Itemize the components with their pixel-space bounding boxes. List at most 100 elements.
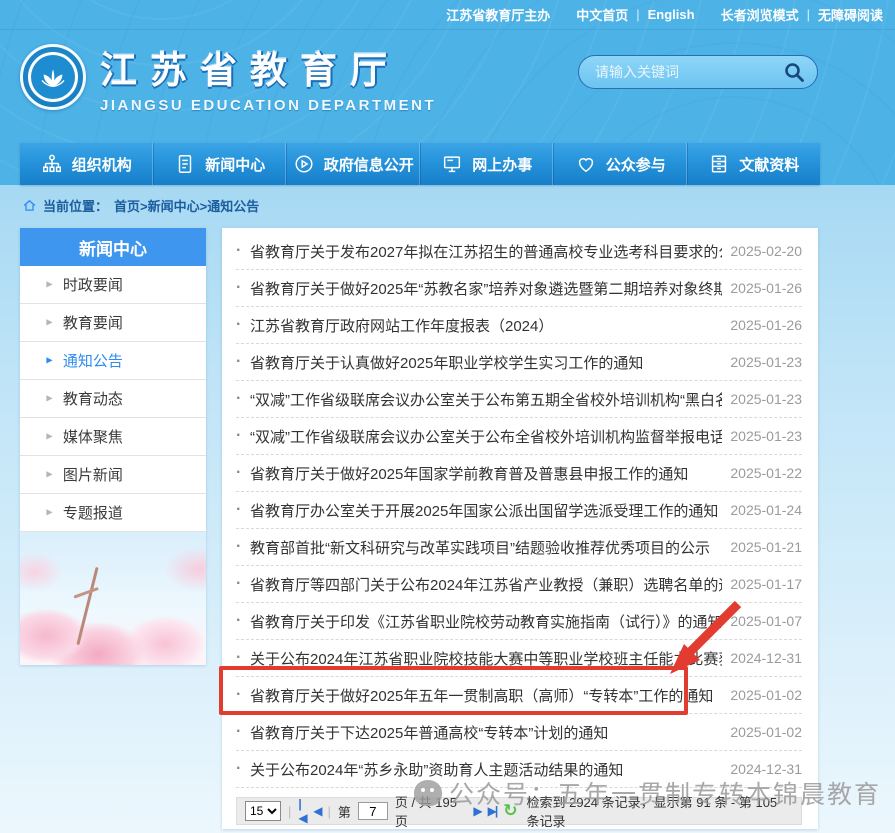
bullet-dot: · bbox=[236, 390, 250, 408]
notice-title-link[interactable]: 省教育厅关于下达2025年普通高校“专转本”计划的通知 bbox=[250, 722, 722, 743]
nav-item-heart[interactable]: 公众参与 bbox=[554, 143, 688, 185]
notice-row[interactable]: ·省教育厅关于做好2025年国家学前教育普及普惠县申报工作的通知2025-01-… bbox=[236, 455, 802, 492]
notice-row[interactable]: ·省教育厅关于做好2025年“苏教名家”培养对象遴选暨第二期培养对象终期...2… bbox=[236, 270, 802, 307]
sidebar-item-label: 时政要闻 bbox=[63, 274, 123, 295]
notice-title-link[interactable]: 关于公布2024年“苏乡永助”资助育人主题活动结果的通知 bbox=[250, 759, 722, 780]
notice-row[interactable]: ·省教育厅关于发布2027年拟在江苏招生的普通高校专业选考科目要求的公告2025… bbox=[236, 233, 802, 270]
notice-date: 2024-12-31 bbox=[722, 761, 802, 777]
notice-row[interactable]: ·省教育厅等四部门关于公布2024年江苏省产业教授（兼职）选聘名单的通知2025… bbox=[236, 566, 802, 603]
refresh-icon[interactable]: ↻ bbox=[503, 801, 517, 821]
notice-row[interactable]: ·江苏省教育厅政府网站工作年度报表（2024）2025-01-26 bbox=[236, 307, 802, 344]
page-size-select[interactable]: 15 bbox=[245, 801, 281, 821]
notice-title-link[interactable]: 省教育厅关于做好2025年“苏教名家”培养对象遴选暨第二期培养对象终期... bbox=[250, 278, 722, 299]
bullet-dot: · bbox=[236, 538, 250, 556]
notice-row[interactable]: ·省教育厅关于认真做好2025年职业学校学生实习工作的通知2025-01-23 bbox=[236, 344, 802, 381]
notice-rows: ·省教育厅关于发布2027年拟在江苏招生的普通高校专业选考科目要求的公告2025… bbox=[236, 233, 802, 788]
notice-date: 2025-01-26 bbox=[722, 317, 802, 333]
host-link[interactable]: 江苏省教育厅主办 bbox=[446, 5, 550, 24]
notice-row[interactable]: ·省教育厅关于印发《江苏省职业院校劳动教育实施指南（试行）》的通知2025-01… bbox=[236, 603, 802, 640]
nav-item-label: 公众参与 bbox=[606, 154, 666, 175]
notice-row[interactable]: ·“双减”工作省级联席会议办公室关于公布第五期全省校外培训机构“黑白名单...2… bbox=[236, 381, 802, 418]
english-link[interactable]: English bbox=[648, 7, 695, 22]
bullet-dot: · bbox=[236, 353, 250, 371]
next-page-button[interactable]: ▶ bbox=[473, 804, 480, 818]
notice-title-link[interactable]: “双减”工作省级联席会议办公室关于公布全省校外培训机构监督举报电话的公... bbox=[250, 426, 722, 447]
search-icon[interactable] bbox=[781, 59, 807, 85]
sidebar-item[interactable]: ▶ 专题报道 bbox=[20, 494, 206, 532]
sidebar-item-label: 图片新闻 bbox=[63, 464, 123, 485]
logo-badge-icon bbox=[20, 44, 86, 110]
notice-date: 2025-01-24 bbox=[722, 502, 802, 518]
nav-item-news-doc[interactable]: 新闻中心 bbox=[154, 143, 288, 185]
sidebar-item[interactable]: ▶ 图片新闻 bbox=[20, 456, 206, 494]
bullet-dot: · bbox=[236, 612, 250, 630]
prev-page-button[interactable]: ◀ bbox=[313, 804, 320, 818]
notice-date: 2025-01-17 bbox=[722, 576, 802, 592]
sidebar-item-label: 通知公告 bbox=[63, 350, 123, 371]
notice-title-link[interactable]: 省教育厅关于做好2025年国家学前教育普及普惠县申报工作的通知 bbox=[250, 463, 722, 484]
nav-item-label: 网上办事 bbox=[472, 154, 532, 175]
notice-row[interactable]: ·教育部首批“新文科研究与改革实践项目”结题验收推荐优秀项目的公示2025-01… bbox=[236, 529, 802, 566]
notice-row[interactable]: ·省教育厅办公室关于开展2025年国家公派出国留学选派受理工作的通知2025-0… bbox=[236, 492, 802, 529]
sidebar-item-active[interactable]: ▶ 通知公告 bbox=[20, 342, 206, 380]
triangle-bullet-icon: ▶ bbox=[46, 470, 52, 480]
notice-date: 2024-12-31 bbox=[722, 650, 802, 666]
nav-item-archive[interactable]: 文献资料 bbox=[688, 143, 821, 185]
info-disclosure-icon bbox=[293, 153, 315, 175]
triangle-bullet-icon: ▶ bbox=[46, 432, 52, 442]
pagination-bar: 15 | |◀ ◀ | 第 页 / 共 195 页 ▶ ▶| ↻ 检索到 292… bbox=[236, 797, 802, 825]
notice-date: 2025-01-02 bbox=[722, 687, 802, 703]
notice-row[interactable]: ·关于公布2024年“苏乡永助”资助育人主题活动结果的通知2024-12-31 bbox=[236, 751, 802, 788]
nav-item-org-chart[interactable]: 组织机构 bbox=[20, 143, 154, 185]
notice-title-link[interactable]: 省教育厅等四部门关于公布2024年江苏省产业教授（兼职）选聘名单的通知 bbox=[250, 574, 722, 595]
notice-title-link[interactable]: 省教育厅关于印发《江苏省职业院校劳动教育实施指南（试行）》的通知 bbox=[250, 611, 722, 632]
sidebar-item[interactable]: ▶ 媒体聚焦 bbox=[20, 418, 206, 456]
nav-item-info-disclosure[interactable]: 政府信息公开 bbox=[287, 143, 421, 185]
separator: | bbox=[636, 7, 639, 22]
sidebar-item[interactable]: ▶教育要闻 bbox=[20, 304, 206, 342]
notice-title-link[interactable]: 省教育厅关于发布2027年拟在江苏招生的普通高校专业选考科目要求的公告 bbox=[250, 241, 722, 262]
notice-title-link[interactable]: “双减”工作省级联席会议办公室关于公布第五期全省校外培训机构“黑白名单... bbox=[250, 389, 722, 410]
triangle-bullet-icon: ▶ bbox=[46, 356, 52, 366]
notice-title-link[interactable]: 省教育厅关于认真做好2025年职业学校学生实习工作的通知 bbox=[250, 352, 722, 373]
notice-title-link[interactable]: 教育部首批“新文科研究与改革实践项目”结题验收推荐优秀项目的公示 bbox=[250, 537, 722, 558]
notice-title-link[interactable]: 江苏省教育厅政府网站工作年度报表（2024） bbox=[250, 315, 722, 336]
page-prefix-label: 第 bbox=[338, 802, 351, 821]
org-chart-icon bbox=[41, 153, 63, 175]
nav-item-monitor[interactable]: 网上办事 bbox=[421, 143, 555, 185]
bullet-dot: · bbox=[236, 316, 250, 334]
sidebar-item[interactable]: ▶教育动态 bbox=[20, 380, 206, 418]
sidebar-title: 新闻中心 bbox=[20, 228, 206, 266]
heart-icon bbox=[575, 153, 597, 175]
sidebar-item-label: 专题报道 bbox=[63, 502, 123, 523]
triangle-bullet-icon: ▶ bbox=[46, 508, 52, 518]
bullet-dot: · bbox=[236, 279, 250, 297]
bullet-dot: · bbox=[236, 686, 250, 704]
notice-row[interactable]: ·省教育厅关于下达2025年普通高校“专转本”计划的通知2025-01-02 bbox=[236, 714, 802, 751]
notice-title-link[interactable]: 关于公布2024年江苏省职业院校技能大赛中等职业学校班主任能力比赛获奖 bbox=[250, 648, 722, 669]
sidebar-items: ▶时政要闻▶教育要闻 ▶ 通知公告 ▶教育动态 ▶ 媒体聚焦 ▶ 图片新闻 ▶ 专题报道 bbox=[20, 266, 206, 532]
bullet-dot: · bbox=[236, 723, 250, 741]
breadcrumb: 当前位置： 首页>新闻中心>通知公告 bbox=[22, 196, 259, 215]
notice-title-link[interactable]: 省教育厅关于做好2025年五年一贯制高职（高师）“专转本”工作的通知 bbox=[250, 685, 722, 706]
notice-title-link[interactable]: 省教育厅办公室关于开展2025年国家公派出国留学选派受理工作的通知 bbox=[250, 500, 722, 521]
last-page-button[interactable]: ▶| bbox=[488, 804, 497, 818]
home-icon bbox=[22, 199, 37, 213]
first-page-button[interactable]: |◀ bbox=[298, 797, 306, 825]
site-logo[interactable]: 江苏省教育厅 JIANGSU EDUCATION DEPARTMENT bbox=[20, 40, 436, 114]
breadcrumb-path[interactable]: 首页>新闻中心>通知公告 bbox=[114, 196, 259, 215]
notice-row[interactable]: ·关于公布2024年江苏省职业院校技能大赛中等职业学校班主任能力比赛获奖2024… bbox=[236, 640, 802, 677]
notice-row[interactable]: ·“双减”工作省级联席会议办公室关于公布全省校外培训机构监督举报电话的公...2… bbox=[236, 418, 802, 455]
chinese-home-link[interactable]: 中文首页 bbox=[576, 5, 628, 24]
page-number-input[interactable] bbox=[358, 802, 388, 820]
bullet-dot: · bbox=[236, 760, 250, 778]
notice-date: 2025-01-26 bbox=[722, 280, 802, 296]
notice-list-panel: ·省教育厅关于发布2027年拟在江苏招生的普通高校专业选考科目要求的公告2025… bbox=[222, 228, 818, 829]
notice-date: 2025-01-23 bbox=[722, 354, 802, 370]
notice-row-highlighted[interactable]: ·省教育厅关于做好2025年五年一贯制高职（高师）“专转本”工作的通知2025-… bbox=[236, 677, 802, 714]
search-input[interactable] bbox=[595, 64, 781, 80]
elder-mode-link[interactable]: 长者浏览模式 bbox=[721, 5, 799, 24]
sidebar-item-label: 媒体聚焦 bbox=[63, 426, 123, 447]
sidebar-item[interactable]: ▶时政要闻 bbox=[20, 266, 206, 304]
accessibility-link[interactable]: 无障碍阅读 bbox=[818, 5, 883, 24]
